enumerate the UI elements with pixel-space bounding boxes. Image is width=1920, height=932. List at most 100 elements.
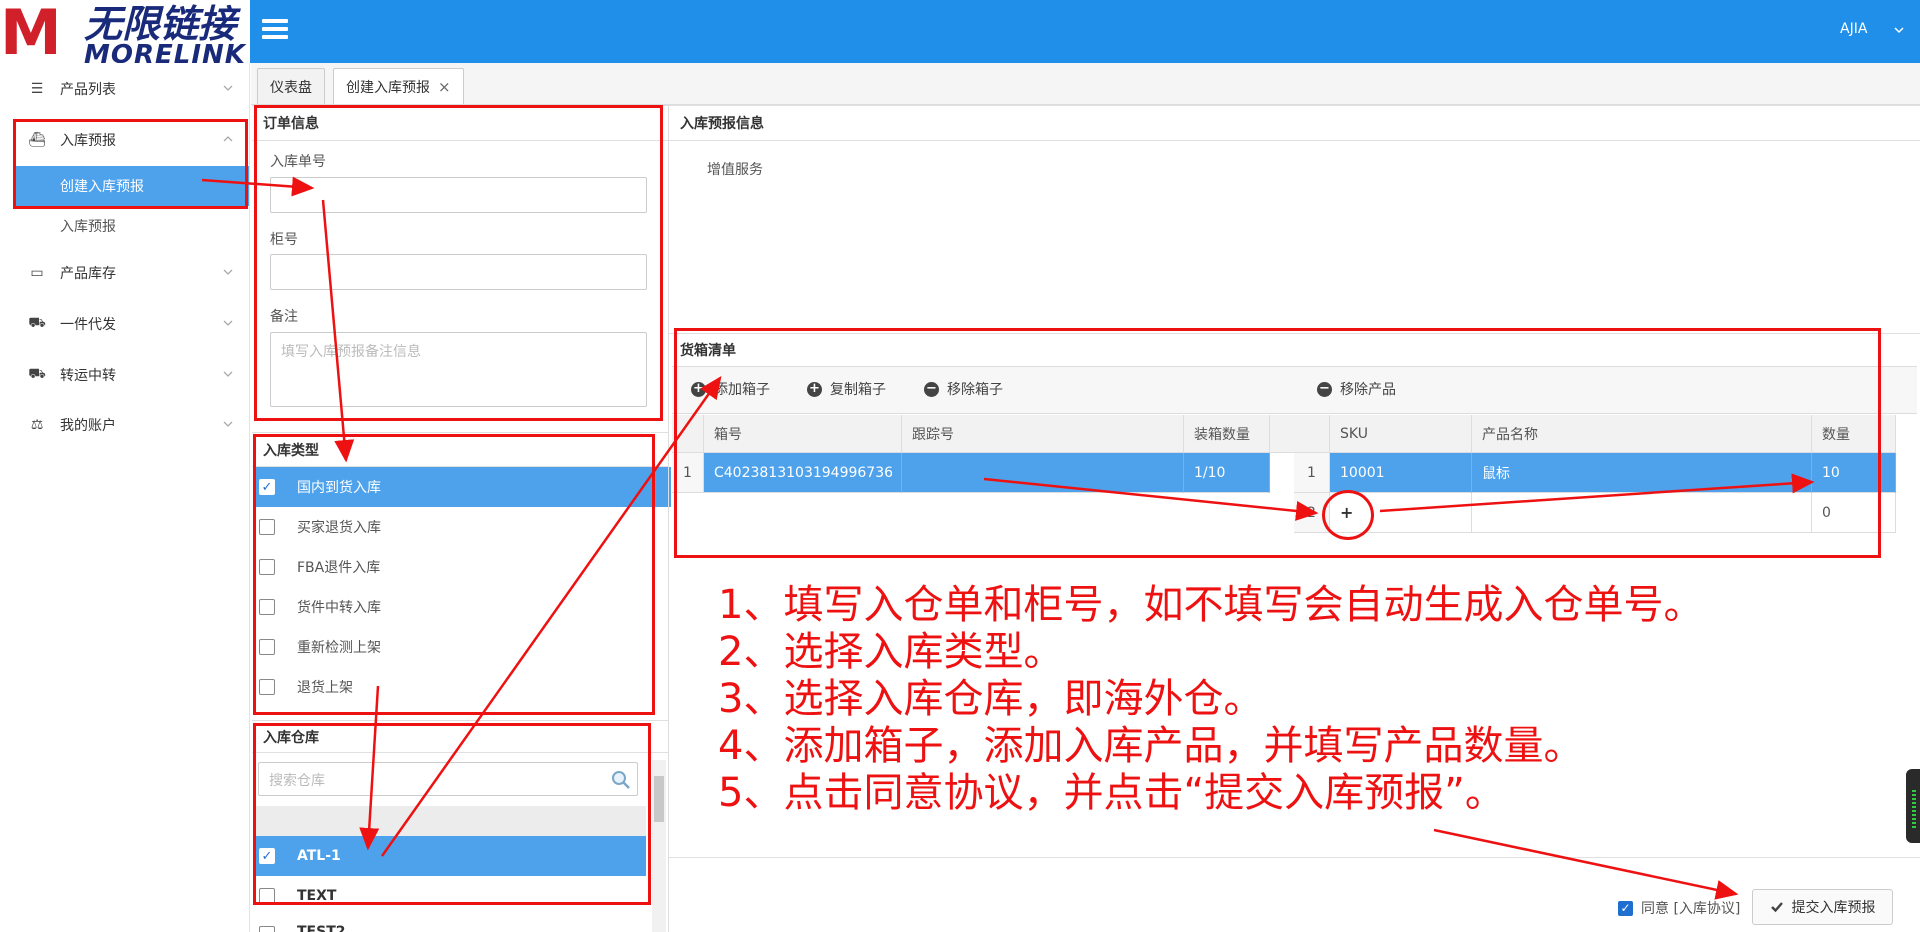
button-label: 复制箱子 <box>830 382 886 398</box>
inbound-type-option[interactable]: 重新检测上架 <box>253 627 671 667</box>
user-name[interactable]: AJIA <box>1840 21 1867 37</box>
sidebar-subitem-create-forecast[interactable]: 创建入库预报 <box>14 166 249 206</box>
qty-cell[interactable]: 10 <box>1812 453 1896 493</box>
remove-product-button[interactable]: − 移除产品 <box>1317 378 1396 400</box>
list-icon: ☰ <box>30 81 44 97</box>
truck-icon: ⛟ <box>28 366 46 382</box>
divider <box>252 140 668 141</box>
checkbox-icon[interactable] <box>259 679 275 695</box>
warehouse-title: 入库仓库 <box>263 730 319 746</box>
checkbox-checked-icon[interactable]: ✓ <box>1618 900 1633 916</box>
remark-label: 备注 <box>270 309 298 325</box>
sidebar-item-dropshipping[interactable]: ⛟ 一件代发 <box>0 304 249 344</box>
order-no-input[interactable] <box>270 177 647 213</box>
inbound-type-option[interactable]: 买家退货入库 <box>253 507 671 547</box>
chevron-down-icon <box>223 421 233 427</box>
table-header-qty[interactable]: 数量 <box>1812 415 1896 453</box>
agree-checkbox[interactable]: ✓ 同意 [入库协议] <box>1618 898 1740 918</box>
option-label: FBA退件入库 <box>297 560 381 576</box>
option-label: TEXT <box>297 888 337 904</box>
remark-textarea[interactable]: 填写入库预报备注信息 <box>270 332 647 407</box>
product-name-cell[interactable]: 鼠标 <box>1472 453 1812 493</box>
chevron-down-icon <box>223 320 233 326</box>
close-icon[interactable]: × <box>438 78 451 96</box>
divider <box>252 432 668 433</box>
tracking-cell[interactable] <box>902 453 1184 493</box>
button-label: 移除产品 <box>1340 382 1396 398</box>
chevron-down-icon <box>223 85 233 91</box>
chevron-down-icon[interactable] <box>1893 24 1905 36</box>
table-header-pack-qty[interactable]: 装箱数量 <box>1184 415 1270 453</box>
warehouse-option[interactable]: ✓ ATL-1 <box>253 836 646 876</box>
cabinet-label: 柜号 <box>270 232 298 248</box>
option-label: 买家退货入库 <box>297 520 381 536</box>
remove-box-button[interactable]: − 移除箱子 <box>924 378 1003 400</box>
sidebar-item-label: 产品库存 <box>60 266 116 282</box>
divider <box>669 105 1920 106</box>
checkbox-icon[interactable] <box>259 559 275 575</box>
warehouse-option[interactable]: TEXT <box>253 876 646 916</box>
sidebar-item-label: 一件代发 <box>60 317 116 333</box>
agree-label[interactable]: 同意 [入库协议] <box>1641 898 1740 918</box>
checkbox-icon[interactable] <box>259 639 275 655</box>
inbound-type-option[interactable]: ✓ 国内到货入库 <box>253 467 671 507</box>
divider <box>669 333 1920 334</box>
ship-icon: ⛴ <box>28 132 46 148</box>
table-header-product-name[interactable]: 产品名称 <box>1472 415 1812 453</box>
checkbox-icon[interactable] <box>259 926 275 932</box>
inbound-type-title: 入库类型 <box>263 443 319 459</box>
tab-dashboard[interactable]: 仪表盘 <box>257 68 325 104</box>
inbound-type-option[interactable]: FBA退件入库 <box>253 547 671 587</box>
tab-label: 创建入库预报 <box>346 79 430 96</box>
scale-icon: ⚖ <box>30 417 44 433</box>
copy-box-button[interactable]: + 复制箱子 <box>807 378 886 400</box>
logo-en-text: MORELINK <box>84 40 246 63</box>
sidebar-item-inventory[interactable]: ▭ 产品库存 <box>0 253 249 293</box>
sidebar-item-label: 产品列表 <box>60 82 116 98</box>
order-info-title: 订单信息 <box>263 116 319 132</box>
warehouse-search-input[interactable]: 搜索仓库 <box>258 762 638 796</box>
top-bar <box>0 0 1920 63</box>
scrollbar-thumb[interactable] <box>654 776 664 822</box>
table-header-box-no[interactable]: 箱号 <box>704 415 902 453</box>
inbound-type-option[interactable]: 退货上架 <box>253 667 671 707</box>
sku-cell[interactable]: 10001 <box>1330 453 1472 493</box>
sidebar-item-transshipment[interactable]: ⛟ 转运中转 <box>0 355 249 395</box>
logo: M 无限链接 MORELINK <box>0 0 250 63</box>
checkbox-icon[interactable] <box>259 599 275 615</box>
inbound-type-option[interactable]: 货件中转入库 <box>253 587 671 627</box>
submit-forecast-button[interactable]: 提交入库预报 <box>1752 889 1893 925</box>
sidebar-item-product-list[interactable]: ☰ 产品列表 <box>0 69 249 109</box>
table-header-tracking[interactable]: 跟踪号 <box>902 415 1184 453</box>
checkbox-icon[interactable] <box>259 519 275 535</box>
option-label: 国内到货入库 <box>297 480 381 496</box>
table-header-cell <box>672 415 704 453</box>
search-icon[interactable] <box>611 770 631 790</box>
sidebar-item-my-account[interactable]: ⚖ 我的账户 <box>0 405 249 445</box>
sidebar-item-inbound-forecast[interactable]: ⛴ 入库预报 <box>0 120 249 160</box>
box-no-cell[interactable]: C402381310319499673​6 <box>704 453 902 493</box>
value-added-label[interactable]: 增值服务 <box>707 159 763 179</box>
sidebar-subitem-forecast[interactable]: 入库预报 <box>0 206 249 246</box>
instruction-line: 3、选择入库仓库，即海外仓。 <box>718 676 1264 722</box>
checkbox-icon[interactable] <box>259 888 275 904</box>
column-divider <box>668 105 669 932</box>
checkbox-checked-icon[interactable]: ✓ <box>259 479 275 495</box>
checkbox-checked-icon[interactable]: ✓ <box>259 848 275 864</box>
option-label: 重新检测上架 <box>297 640 381 656</box>
hamburger-menu-icon[interactable] <box>262 19 288 43</box>
button-label: 添加箱子 <box>714 382 770 398</box>
row-number: 1 <box>672 453 704 493</box>
qty-cell[interactable]: 0 <box>1812 493 1896 533</box>
check-icon <box>1770 902 1783 913</box>
instruction-line: 5、点击同意协议，并点击“提交入库预报”。 <box>718 770 1505 816</box>
product-name-cell[interactable] <box>1472 493 1812 533</box>
add-box-button[interactable]: + 添加箱子 <box>691 378 770 400</box>
tab-bar <box>251 63 1920 105</box>
table-header-sku[interactable]: SKU <box>1330 415 1472 453</box>
order-no-label: 入库单号 <box>270 154 326 170</box>
tab-create-forecast[interactable]: 创建入库预报 × <box>333 68 464 104</box>
warehouse-option[interactable]: TEST2 <box>253 916 646 932</box>
cabinet-input[interactable] <box>270 254 647 290</box>
pack-qty-cell[interactable]: 1/10 <box>1184 453 1270 493</box>
